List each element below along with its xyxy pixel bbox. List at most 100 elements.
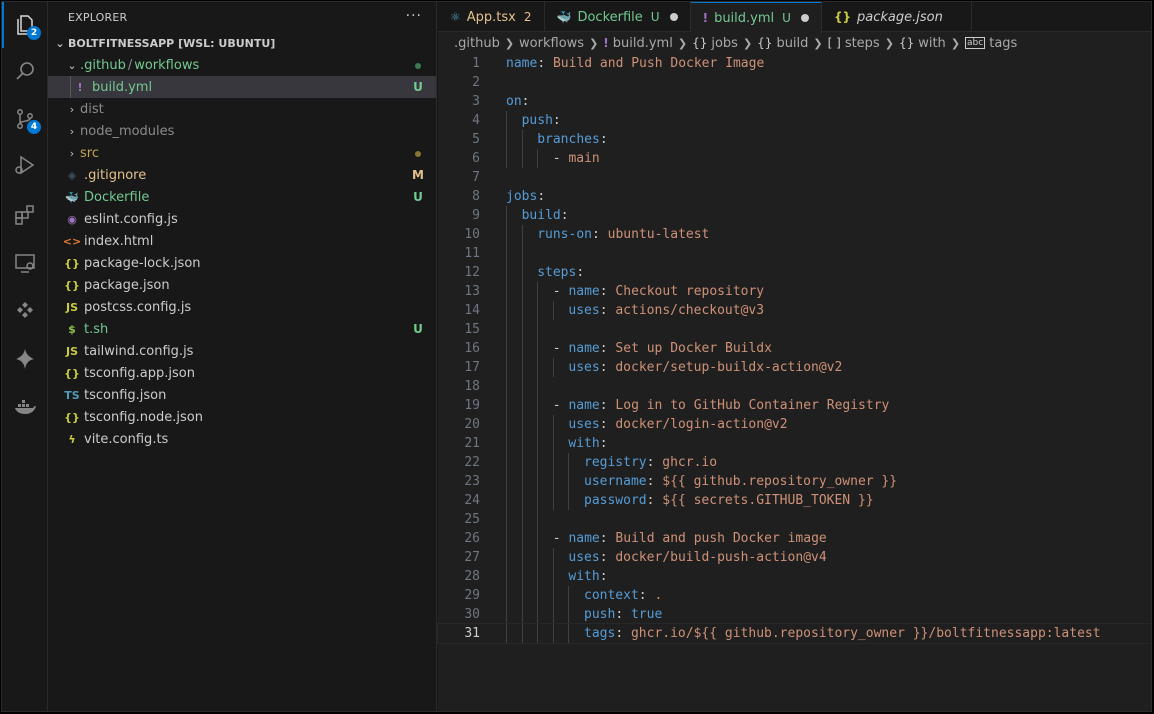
explorer-sidebar: EXPLORER ··· ⌄ BOLTFITNESSAPP [WSL: UBUN… — [48, 2, 437, 711]
colon: : — [599, 569, 608, 584]
file-type-icon: ! — [77, 80, 83, 94]
code-editor[interactable]: 1 name: Build and Push Docker Image 2 3 on: 4… — [437, 54, 1151, 711]
line-number: 19 — [464, 398, 480, 413]
chevron-down-icon: ⌄ — [55, 36, 65, 50]
tree-file[interactable]: {} package-lock.json — [48, 252, 436, 274]
chevron-right-icon: ❯ — [589, 36, 599, 50]
tree-file[interactable]: ϟ vite.config.ts — [48, 428, 436, 450]
folder-github-workflows[interactable]: ⌄ .github / workflows — [48, 54, 436, 76]
indent-guide — [506, 377, 507, 396]
code-text: branches: — [537, 130, 607, 149]
yaml-value: docker/login-action@v2 — [615, 417, 788, 432]
indent-guide — [568, 472, 570, 491]
tree-file[interactable]: <> index.html — [48, 230, 436, 252]
file-type-icon: {} — [64, 278, 80, 292]
git-status-letter: U — [413, 190, 423, 204]
yaml-value: docker/build-push-action@v4 — [615, 550, 827, 565]
yaml-value: Checkout repository — [615, 284, 765, 299]
line-number: 1 — [472, 56, 480, 71]
indent-guide — [506, 415, 507, 434]
colon: : — [638, 588, 655, 603]
yaml-key: context — [584, 588, 639, 603]
breadcrumb-with[interactable]: with — [918, 36, 946, 51]
breadcrumb-steps[interactable]: steps — [845, 36, 880, 51]
breadcrumb-tags[interactable]: tags — [989, 36, 1017, 51]
yaml-key: steps — [537, 265, 577, 280]
tree-file[interactable]: ! build.yml U — [48, 76, 436, 98]
docker-activity-button[interactable] — [2, 384, 48, 430]
source-control-activity-button[interactable]: 4 — [2, 96, 48, 142]
breadcrumb-build-yml[interactable]: build.yml — [613, 36, 673, 51]
extension-diamonds-activity-button[interactable] — [2, 288, 48, 334]
tree-file[interactable]: {} tsconfig.app.json — [48, 362, 436, 384]
code-line: 1 name: Build and Push Docker Image — [438, 54, 1151, 73]
yaml-value: actions/checkout@v3 — [615, 303, 765, 318]
indent-guide — [70, 76, 71, 98]
indent-guide — [552, 605, 554, 624]
tree-file[interactable]: {} tsconfig.node.json — [48, 406, 436, 428]
tree-file[interactable]: 🐳 Dockerfile U — [48, 186, 436, 208]
code-text: - main — [553, 149, 600, 168]
file-type-icon: TS — [64, 388, 80, 402]
line-number: 5 — [472, 132, 480, 147]
indent-guide — [521, 301, 523, 320]
tree-file[interactable]: TS tsconfig.json — [48, 384, 436, 406]
yaml-key: name — [568, 531, 600, 546]
tree-file[interactable]: JS tailwind.config.js — [48, 340, 436, 362]
indent-guide — [552, 472, 554, 491]
file-type-icon: {} — [64, 366, 80, 380]
tree-file[interactable]: ◈ .gitignore M — [48, 164, 436, 186]
editor-tab[interactable]: ! build.yml U — [690, 2, 822, 33]
breadcrumb-jobs[interactable]: jobs — [711, 36, 738, 51]
breadcrumb-github[interactable]: .github — [454, 36, 500, 51]
copilot-activity-button[interactable] — [2, 336, 48, 382]
remote-explorer-activity-button[interactable] — [2, 240, 48, 286]
code-line: 30 push: true — [438, 605, 1151, 624]
code-line: 19 - name: Log in to GitHub Container Reg… — [438, 396, 1151, 415]
file-type-icon: {} — [64, 410, 80, 424]
yaml-value: ubuntu-latest — [607, 227, 710, 242]
folder-label: .github / workflows — [80, 58, 406, 73]
breadcrumb: .github ❯ workflows ❯ ! build.yml ❯ {} j… — [438, 32, 1151, 54]
indent-guide — [521, 586, 523, 605]
unsaved-dot-icon[interactable] — [800, 14, 809, 22]
tree-file[interactable]: $ t.sh U — [48, 318, 436, 340]
file-type-icon: <> — [62, 234, 82, 248]
search-activity-button[interactable] — [2, 48, 48, 94]
code-line: 16 - name: Set up Docker Buildx — [438, 339, 1151, 358]
indent-guide — [521, 377, 523, 396]
breadcrumb-build[interactable]: build — [776, 36, 808, 51]
line-number: 18 — [464, 379, 480, 394]
workspace-root-folder[interactable]: ⌄ BOLTFITNESSAPP [WSL: UBUNTU] — [48, 32, 436, 54]
tree-file[interactable]: ◉ eslint.config.js — [48, 208, 436, 230]
tree-file[interactable]: JS postcss.config.js — [48, 296, 436, 318]
line-number: 9 — [472, 208, 480, 223]
chevron-right-icon: › — [69, 146, 75, 160]
run-debug-icon — [15, 155, 35, 175]
chevron-right-icon: ❯ — [504, 36, 515, 50]
editor-tab[interactable]: {} package.json — [822, 2, 972, 32]
git-status-letter: U — [413, 322, 423, 336]
code-line: 15 — [438, 320, 1151, 339]
explorer-activity-button[interactable]: 2 — [2, 2, 48, 48]
breadcrumb-workflows[interactable]: workflows — [519, 36, 584, 51]
editor-tabs: ⚛ App.tsx 2 🐳 Dockerfile U! build.yml U {} packag… — [438, 2, 1151, 33]
editor-tab[interactable]: 🐳 Dockerfile U — [545, 2, 691, 32]
code-line: 17 uses: docker/setup-buildx-action@v2 — [438, 358, 1151, 377]
tree-item-label: .gitignore — [84, 167, 147, 183]
editor-tab[interactable]: ⚛ App.tsx 2 — [438, 2, 545, 32]
yaml-key: runs-on — [537, 227, 592, 242]
indent-guide — [506, 130, 507, 149]
tree-file[interactable]: {} package.json — [48, 274, 436, 296]
tree-folder[interactable]: › dist — [48, 98, 436, 120]
unsaved-dot-icon[interactable] — [669, 13, 678, 21]
indent-guide — [506, 358, 507, 377]
colon: : — [599, 550, 616, 565]
extensions-activity-button[interactable] — [2, 192, 48, 238]
code-text: push: true — [584, 605, 662, 624]
run-debug-activity-button[interactable] — [2, 142, 48, 188]
more-actions-button[interactable]: ··· — [406, 8, 422, 24]
tree-folder[interactable]: › node_modules — [48, 120, 436, 142]
file-type-icon: 🐳 — [65, 190, 79, 204]
tree-folder[interactable]: › src — [48, 142, 436, 164]
